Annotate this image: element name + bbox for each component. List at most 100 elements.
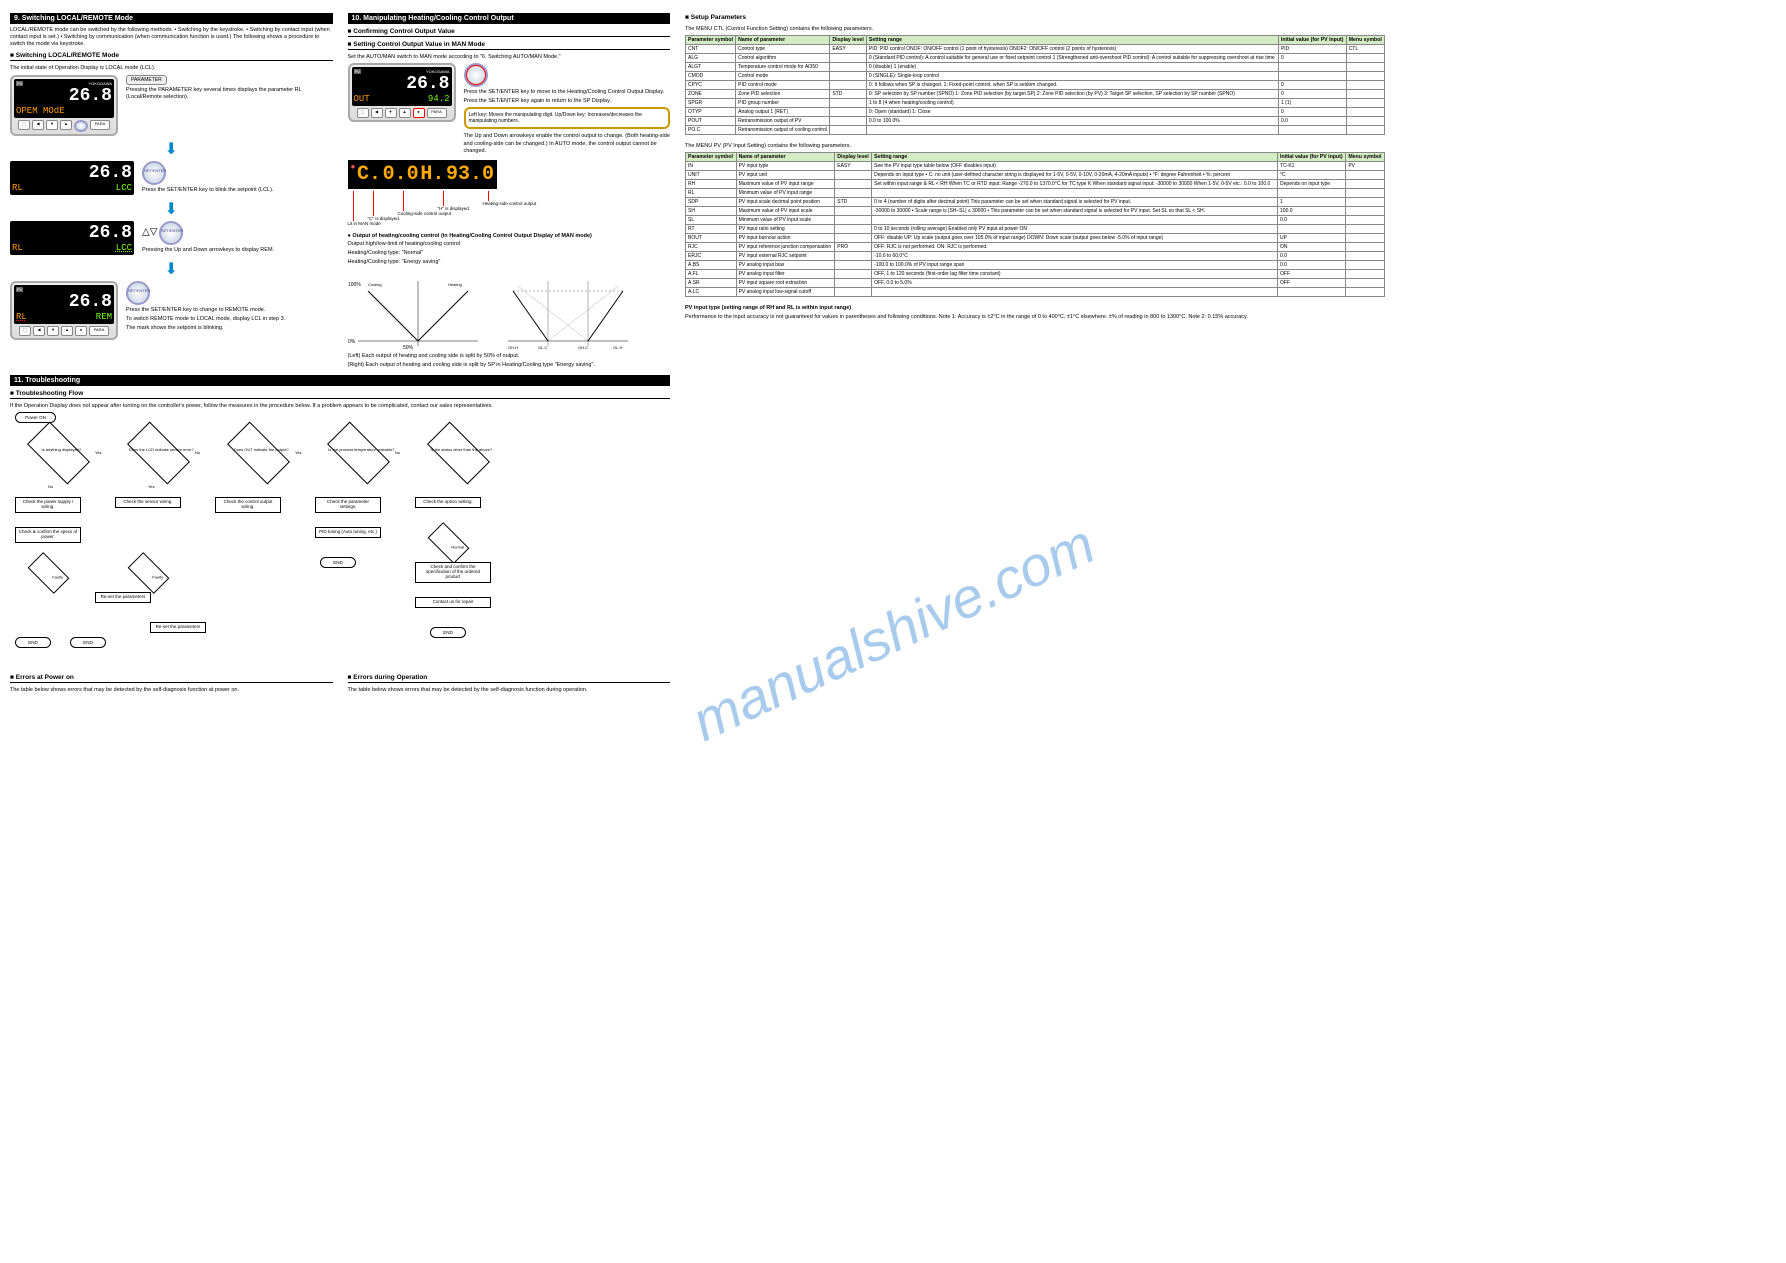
flowchart: Power ON Is anything displayed? Does the… — [10, 412, 670, 662]
device-step2: 26.8 RLLCC — [10, 221, 134, 255]
table-cell — [830, 99, 867, 108]
step4-text: Press the SET/ENTER key to change to REM… — [126, 307, 333, 314]
section-10-header: 10. Manipulating Heating/Cooling Control… — [348, 13, 671, 24]
table-cell: Temperature control mode for AI350 — [736, 63, 830, 72]
leader-2 — [373, 191, 374, 216]
table-cell: ON — [1278, 243, 1346, 252]
fc-tune: PID tuning (Auto tuning, etc.) — [315, 527, 381, 538]
table-cell — [835, 234, 872, 243]
table-cell: 0: SP selection by SP number (SPNO) 1: Z… — [866, 90, 1278, 99]
svg-text:OL.H: OL.H — [613, 345, 622, 350]
fc-q1: Is anything displayed? — [27, 421, 90, 484]
display-btn[interactable]: ⬚ — [18, 120, 30, 130]
table-cell: BOUT — [686, 234, 737, 243]
leader-1 — [353, 191, 354, 221]
table-cell: STD — [830, 90, 867, 99]
table-cell: PV analog input low-signal cutoff — [736, 288, 835, 297]
table-cell — [1346, 90, 1384, 99]
table-cell: A.SR — [686, 279, 737, 288]
table-cell: CTL — [1346, 45, 1384, 54]
c4[interactable]: ▲ — [399, 108, 411, 118]
fc-optcheck: Check the option setting. — [415, 497, 481, 508]
man-dot: ● — [351, 163, 356, 172]
ohc-case-1: Heating/Cooling type: "Energy saving" — [348, 259, 671, 266]
table-row: ERJCPV input external RJC setpoint-10.0 … — [686, 252, 1385, 261]
blink-note: The mark shows the setpoint is blinking. — [126, 325, 333, 332]
b2[interactable]: ◀ — [33, 326, 45, 336]
c3[interactable]: ▼ — [385, 108, 397, 118]
table-cell — [872, 288, 1278, 297]
table-cell — [866, 126, 1278, 135]
table-cell: EASY — [830, 45, 867, 54]
table-cell — [1346, 54, 1384, 63]
table-header: Setting range — [872, 153, 1278, 162]
down-btn[interactable]: ▼ — [46, 120, 58, 130]
c1[interactable]: ⬚ — [357, 108, 369, 118]
table-row: POUTRetransmission output of PV0.0 to 10… — [686, 117, 1385, 126]
pv-value-2: 26.8 — [12, 223, 132, 243]
table-cell — [835, 180, 872, 189]
table-cell: -30000 to 30000 • Scale range is |SH–SL|… — [872, 207, 1278, 216]
table-cell: PV input unit — [736, 171, 835, 180]
table-cell: Depends on input type — [1278, 180, 1346, 189]
b6[interactable]: PARA — [89, 326, 109, 336]
svg-text:0%: 0% — [348, 339, 356, 345]
table-cell: Control type — [736, 45, 830, 54]
table-cell: 0.0 — [1278, 216, 1346, 225]
parameter-btn[interactable]: PARA — [90, 120, 110, 130]
table-cell: Minimum value of PV input range — [736, 189, 835, 198]
table-cell: ZONE — [686, 90, 736, 99]
fc-f2: Faulty — [128, 552, 170, 594]
fc-powercheck: Check the power supply / wiring. — [15, 497, 81, 513]
table-cell: SL — [686, 216, 737, 225]
table-cell: SDP — [686, 198, 737, 207]
table-row: CNTControl typeEASYPID: PID control ONOF… — [686, 45, 1385, 54]
up-btn[interactable]: ▲ — [60, 120, 72, 130]
table-row: CPYCPID control mode0: It follows when S… — [686, 81, 1385, 90]
set-enter-btn[interactable] — [74, 120, 88, 132]
table-cell — [830, 108, 867, 117]
table-cell: 1 (1) — [1278, 99, 1346, 108]
b5[interactable]: ● — [75, 326, 87, 336]
b3[interactable]: ▼ — [47, 326, 59, 336]
c5[interactable]: ● — [413, 108, 425, 118]
fc-outputcheck: Check the control output wiring. — [215, 497, 281, 513]
table-cell: Depends on input type • C: no unit (user… — [872, 171, 1278, 180]
fc-f1: Faulty — [28, 552, 70, 594]
svg-text:OH.H: OH.H — [508, 345, 518, 350]
section-10-disp-sub: ■ Confirming Control Output Value — [348, 28, 671, 37]
c6[interactable]: PARA — [427, 108, 447, 118]
table-cell — [1346, 234, 1385, 243]
device-10: PVYOKOGAWA 26.8 OUT94.2 ⬚◀▼▲●PARA — [348, 63, 456, 122]
lcl-lbl-1: LCC — [116, 183, 132, 193]
table-cell — [835, 252, 872, 261]
section-9-intro: LOCAL/REMOTE mode can be switched by the… — [10, 27, 333, 48]
table-cell: Zone PID selection — [736, 90, 830, 99]
fc-f3: Normal — [428, 522, 470, 564]
left-btn[interactable]: ◀ — [32, 120, 44, 130]
fc-f2-txt: Faulty — [123, 574, 193, 579]
c2[interactable]: ◀ — [371, 108, 383, 118]
table-cell: OFF: RJC is not performed. ON: RJC is pe… — [872, 243, 1278, 252]
table-row: OTYPAnalog output 1 (RET)0: Open (standa… — [686, 108, 1385, 117]
yokogawa-logo: YOKOGAWA — [89, 81, 112, 86]
b1[interactable]: ⬚ — [19, 326, 31, 336]
section-9-sub: ■ Switching LOCAL/REMOTE Mode — [10, 52, 333, 61]
fc-q2: Does the LCD indicate sensor error? — [127, 421, 190, 484]
table-cell — [1346, 216, 1385, 225]
yes-1: Yes — [95, 450, 102, 455]
note-box: Left key: Moves the manipulating digit. … — [464, 107, 671, 129]
pv-lbl-10: PV — [354, 69, 361, 74]
table-cell — [830, 72, 867, 81]
b4[interactable]: ▲ — [61, 326, 73, 336]
fc-redo2: Re-set the parameters — [150, 622, 206, 633]
table-cell: PV analog input bias — [736, 261, 835, 270]
set-enter-icon-3: SET/ENTER — [126, 281, 150, 305]
rem-lbl: REM — [96, 312, 112, 322]
updown-icon: △▽ — [142, 226, 157, 237]
table-cell: 0 (Standard PID control): A control suit… — [866, 54, 1278, 63]
table-cell — [1346, 270, 1385, 279]
table-row: A.FLPV analog input filterOFF, 1 to 120 … — [686, 270, 1385, 279]
table-cell — [835, 288, 872, 297]
table-cell — [1346, 108, 1384, 117]
